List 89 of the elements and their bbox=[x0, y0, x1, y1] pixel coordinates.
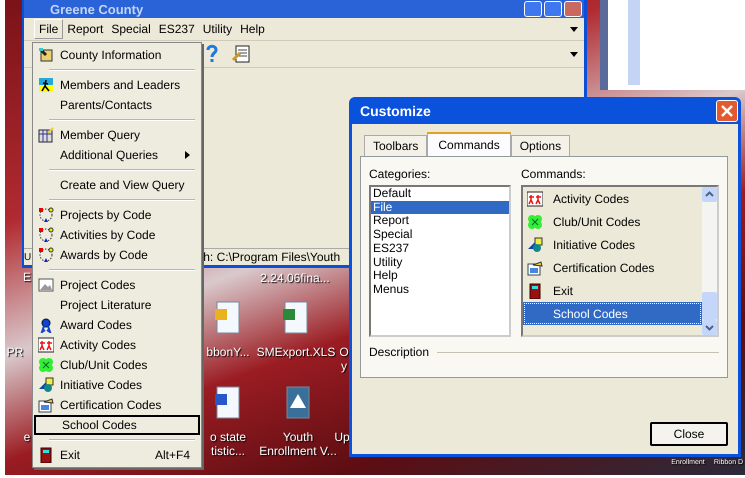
menu-item[interactable]: School Codes bbox=[34, 415, 200, 435]
clover-icon bbox=[38, 357, 54, 373]
certificate-icon bbox=[38, 397, 54, 413]
menu-item[interactable]: Parents/Contacts bbox=[33, 95, 201, 115]
close-button[interactable] bbox=[716, 100, 738, 122]
minimize-button[interactable] bbox=[524, 1, 542, 17]
status-text: h: C:\Program Files\Youth bbox=[203, 250, 340, 264]
menu-item[interactable]: Exit Alt+F4 bbox=[33, 445, 201, 465]
menu-item[interactable]: Awards by Code bbox=[33, 245, 201, 265]
dropdown-arrow-icon[interactable] bbox=[570, 26, 578, 32]
list-item[interactable]: Certification Codes bbox=[523, 256, 702, 279]
maximize-button[interactable] bbox=[544, 1, 562, 17]
table-pencil-icon bbox=[38, 127, 54, 143]
tab[interactable]: Commands bbox=[427, 132, 511, 156]
list-item[interactable]: Club/Unit Codes bbox=[523, 210, 702, 233]
walking-figure-icon bbox=[38, 77, 54, 93]
tab[interactable]: Toolbars bbox=[364, 135, 428, 156]
certificate-icon bbox=[527, 260, 543, 276]
list-item[interactable]: Help bbox=[371, 269, 509, 283]
menu-item[interactable]: ES237 bbox=[154, 20, 199, 38]
help-icon[interactable] bbox=[206, 44, 218, 64]
running-figures-icon bbox=[527, 190, 543, 206]
desktop-icon-label[interactable]: e bbox=[24, 430, 30, 444]
list-item[interactable]: Exit bbox=[523, 279, 702, 302]
list-item[interactable]: Special bbox=[371, 228, 509, 242]
list-item[interactable]: Activity Codes bbox=[523, 187, 702, 210]
desktop-icon-label[interactable]: Youth bbox=[282, 430, 314, 444]
window-title: Greene County bbox=[50, 2, 144, 16]
close-button[interactable] bbox=[564, 1, 582, 17]
desktop-icon-label[interactable]: SMExport.XLS bbox=[256, 345, 336, 359]
tab[interactable]: Options bbox=[510, 135, 570, 156]
desktop-icon-label[interactable]: O bbox=[339, 345, 349, 359]
menu-item[interactable]: Additional Queries bbox=[33, 145, 201, 165]
clover-icon bbox=[527, 214, 543, 230]
menu-item[interactable]: Help bbox=[236, 20, 269, 38]
list-label: Commands: bbox=[521, 167, 587, 181]
menu-item[interactable]: Project Codes bbox=[33, 275, 201, 295]
menu-item[interactable]: File bbox=[34, 19, 64, 39]
document-pencil-icon[interactable] bbox=[232, 44, 252, 64]
dotted-circle-icon bbox=[38, 207, 54, 223]
list-item[interactable]: Initiative Codes bbox=[523, 233, 702, 256]
scroll-down-icon[interactable] bbox=[702, 320, 717, 335]
scroll-thumb[interactable] bbox=[702, 292, 717, 320]
dialog-title: Customize bbox=[360, 102, 431, 118]
shapes-icon bbox=[527, 236, 543, 252]
menu-item[interactable]: Certification Codes bbox=[33, 395, 201, 415]
menu-item[interactable]: Special bbox=[107, 20, 155, 38]
dotted-circle-icon bbox=[38, 247, 54, 263]
dropdown-arrow-icon[interactable] bbox=[570, 52, 578, 56]
list-item[interactable]: ES237 bbox=[371, 242, 509, 256]
menu-item[interactable]: Initiative Codes bbox=[33, 375, 201, 395]
list-item[interactable]: Report bbox=[371, 214, 509, 228]
close-button[interactable]: Close bbox=[650, 422, 728, 446]
desktop-icon-label[interactable]: tistic... bbox=[210, 444, 245, 458]
menu-item[interactable]: Club/Unit Codes bbox=[33, 355, 201, 375]
menu-item[interactable]: Report bbox=[63, 20, 108, 38]
list-item[interactable]: Utility bbox=[371, 256, 509, 270]
list-label: Categories: bbox=[369, 167, 432, 181]
desktop-icon-label[interactable]: y bbox=[341, 359, 347, 373]
door-icon bbox=[527, 282, 543, 298]
shapes-icon bbox=[38, 377, 54, 393]
menu-item[interactable]: Projects by Code bbox=[33, 205, 201, 225]
menu-item[interactable]: Activities by Code bbox=[33, 225, 201, 245]
desktop-icon-label[interactable]: bbonY... bbox=[206, 345, 250, 359]
list-item[interactable]: File bbox=[371, 200, 509, 214]
dotted-circle-icon bbox=[38, 227, 54, 243]
menu-item[interactable]: County Information bbox=[33, 45, 201, 65]
close-icon bbox=[721, 104, 733, 116]
list-item[interactable]: Default bbox=[371, 187, 509, 201]
desktop-icon-label[interactable]: Up bbox=[334, 430, 350, 444]
scroll-up-icon[interactable] bbox=[702, 187, 717, 202]
status-text: U bbox=[24, 252, 32, 262]
menu-item[interactable]: Utility bbox=[198, 20, 236, 38]
menu-item[interactable]: Award Codes bbox=[33, 315, 201, 335]
menu-item[interactable]: Members and Leaders bbox=[33, 75, 201, 95]
menu-item[interactable]: Member Query bbox=[33, 125, 201, 145]
picture-frame-icon bbox=[38, 277, 54, 293]
menu-item[interactable]: Project Literature bbox=[33, 295, 201, 315]
list-item[interactable]: School Codes bbox=[523, 302, 702, 325]
ribbon-icon bbox=[38, 317, 54, 333]
list-item[interactable]: Menus bbox=[371, 282, 509, 297]
running-figures-icon bbox=[38, 337, 54, 353]
scrollbar[interactable] bbox=[702, 187, 717, 335]
desktop-icon-label[interactable]: Enrollment V... bbox=[259, 444, 337, 458]
desktop-icon-label[interactable]: o state bbox=[210, 430, 246, 444]
description-label: Description bbox=[369, 345, 430, 359]
menu-item[interactable]: Activity Codes bbox=[33, 335, 201, 355]
door-icon bbox=[38, 447, 54, 463]
menu-item[interactable]: Create and View Query bbox=[33, 175, 201, 195]
